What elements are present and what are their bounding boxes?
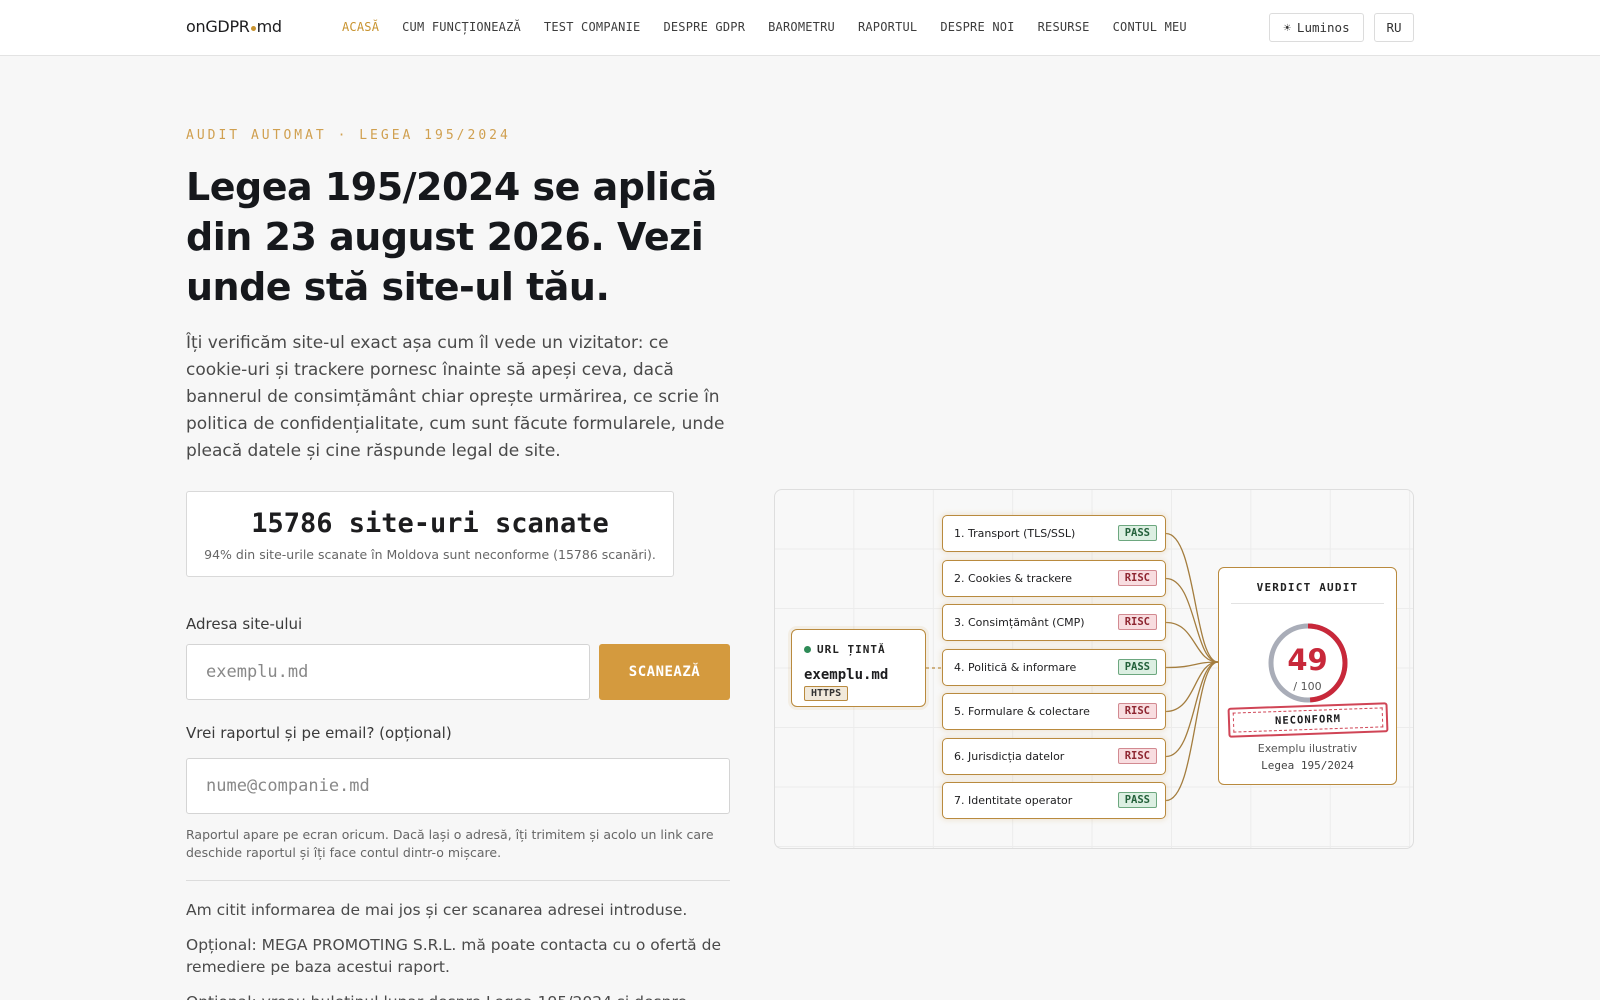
check-label: 6. Jurisdicția datelor — [954, 750, 1065, 763]
connector-check-5 — [1165, 661, 1219, 713]
logo-dot — [250, 26, 256, 31]
check-label: 5. Formulare & colectare — [954, 705, 1090, 718]
target-url-title: URL ȚINTĂ — [817, 643, 886, 656]
logo-text-tld: md — [256, 17, 282, 36]
consent-marketing-offer[interactable]: Opțional: MEGA PROMOTING S.R.L. mă poate… — [186, 934, 732, 978]
audit-score: 49 — [1287, 643, 1328, 677]
check-status-badge: RISC — [1117, 614, 1157, 630]
audit-score-max: / 100 — [1293, 680, 1322, 693]
nav-my-account[interactable]: CONTUL MEU — [1113, 20, 1187, 34]
site-logo[interactable]: onGDPR md — [186, 17, 282, 36]
illustrative-note: Exemplu ilustrativ — [1257, 742, 1358, 755]
https-badge: HTTPS — [804, 686, 849, 701]
consent-newsletter[interactable]: Opțional: vreau buletinul lunar despre L… — [186, 991, 732, 1000]
verdict-title: VERDICT AUDIT — [1256, 581, 1359, 594]
check-status-badge: RISC — [1117, 748, 1157, 764]
check-node-consent: 3. Consimțământ (CMP) RISC — [942, 604, 1166, 641]
target-url-node: URL ȚINTĂ exemplu.md HTTPS — [791, 629, 926, 707]
logo-text-main: onGDPR — [186, 17, 250, 36]
nav-about-gdpr[interactable]: DESPRE GDPR — [663, 20, 745, 34]
scan-count: 15786 site-uri scanate — [251, 508, 609, 539]
target-url-value: exemplu.md — [804, 667, 889, 683]
top-navigation-bar: onGDPR md ACASĂ CUM FUNCȚIONEAZĂ TEST COM… — [0, 0, 1600, 56]
main-nav: ACASĂ CUM FUNCȚIONEAZĂ TEST COMPANIE DES… — [342, 20, 1210, 34]
law-reference: Legea 195/2024 — [1261, 759, 1354, 772]
scan-stats-note: 94% din site-urile scanate în Moldova su… — [204, 547, 656, 562]
check-node-jurisdiction: 6. Jurisdicția datelor RISC — [942, 738, 1166, 775]
check-status-badge: PASS — [1117, 525, 1157, 541]
nav-barometer[interactable]: BAROMETRU — [768, 20, 835, 34]
nav-about-us[interactable]: DESPRE NOI — [940, 20, 1014, 34]
check-status-badge: RISC — [1117, 570, 1157, 586]
hero-title: Legea 195/2024 se aplică din 23 august 2… — [186, 165, 717, 309]
connector-check-2 — [1165, 577, 1219, 663]
form-divider — [186, 880, 730, 881]
audit-flow-diagram: URL ȚINTĂ exemplu.md HTTPS 1. Transport … — [774, 489, 1414, 849]
target-url-header: URL ȚINTĂ — [804, 643, 886, 656]
nav-report[interactable]: RAPORTUL — [858, 20, 917, 34]
stamp-label: NECONFORM — [1232, 707, 1384, 733]
hero-eyebrow: AUDIT AUTOMAT · LEGEA 195/2024 — [186, 128, 511, 143]
audit-verdict-card: VERDICT AUDIT 49 / 100 NECONFORM Exemplu… — [1218, 567, 1397, 785]
scan-stats-box: 15786 site-uri scanate 94% din site-uril… — [186, 491, 674, 577]
url-field-label: Adresa site-ului — [186, 615, 303, 633]
status-dot-icon — [804, 646, 811, 653]
check-node-forms: 5. Formulare & colectare RISC — [942, 693, 1166, 730]
check-node-cookies: 2. Cookies & trackere RISC — [942, 560, 1166, 597]
checks-to-verdict-connectors — [1165, 532, 1219, 802]
connector-check-1 — [1165, 532, 1219, 663]
check-node-operator: 7. Identitate operator PASS — [942, 782, 1166, 819]
check-label: 4. Politică & informare — [954, 661, 1077, 674]
hero-description: Îți verificăm site-ul exact așa cum îl v… — [186, 333, 725, 461]
check-node-transport: 1. Transport (TLS/SSL) PASS — [942, 515, 1166, 552]
url-input[interactable]: exemplu.md — [186, 644, 590, 700]
check-status-badge: RISC — [1117, 703, 1157, 719]
sun-icon: ☀ — [1283, 20, 1291, 35]
check-label: 1. Transport (TLS/SSL) — [954, 527, 1076, 540]
scan-button[interactable]: SCANEAZĂ — [599, 644, 730, 700]
theme-toggle-button[interactable]: ☀ Luminos — [1269, 13, 1364, 42]
theme-toggle-label: Luminos — [1296, 20, 1350, 35]
nav-home[interactable]: ACASĂ — [342, 20, 379, 34]
non-compliant-stamp: NECONFORM — [1227, 702, 1389, 738]
consent-scan-request[interactable]: Am citit informarea de mai jos și cer sc… — [186, 899, 732, 921]
check-status-badge: PASS — [1117, 792, 1157, 808]
check-node-policy: 4. Politică & informare PASS — [942, 649, 1166, 686]
verdict-divider — [1231, 603, 1384, 604]
language-switch-button[interactable]: RU — [1374, 13, 1414, 42]
nav-how-it-works[interactable]: CUM FUNCȚIONEAZĂ — [402, 20, 521, 34]
email-hint: Raportul apare pe ecran oricum. Dacă laș… — [186, 827, 714, 860]
check-label: 3. Consimțământ (CMP) — [954, 616, 1085, 629]
nav-company-test[interactable]: TEST COMPANIE — [544, 20, 641, 34]
email-field-label: Vrei raportul și pe email? (opțional) — [186, 724, 452, 742]
check-label: 2. Cookies & trackere — [954, 572, 1073, 585]
email-input[interactable]: nume@companie.md — [186, 758, 730, 814]
connector-check-7 — [1165, 661, 1219, 802]
check-status-badge: PASS — [1117, 659, 1157, 675]
nav-resources[interactable]: RESURSE — [1038, 20, 1090, 34]
check-label: 7. Identitate operator — [954, 794, 1073, 807]
